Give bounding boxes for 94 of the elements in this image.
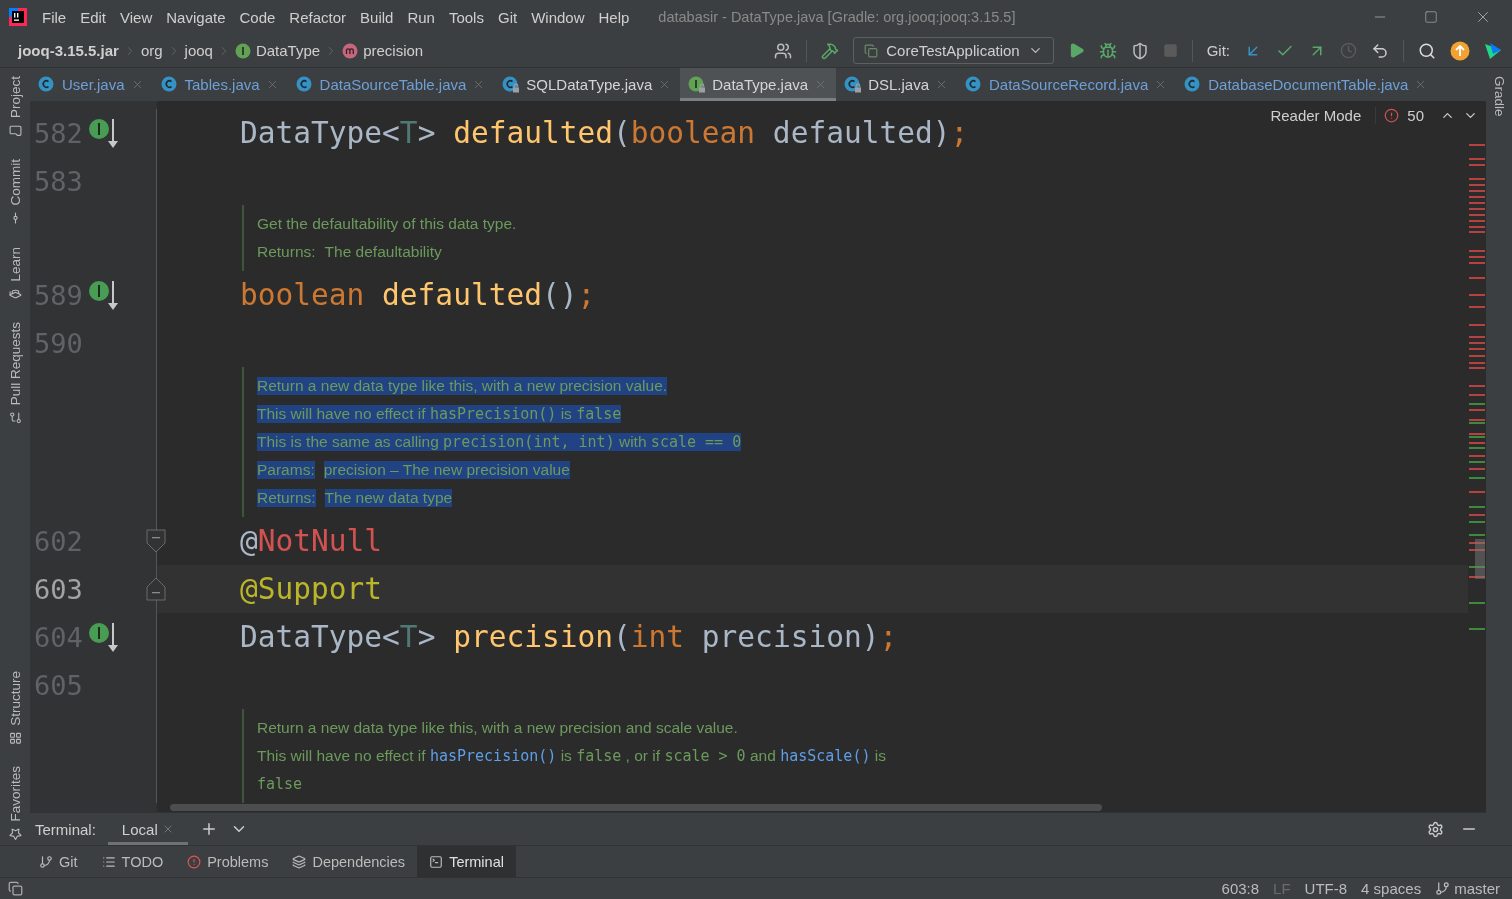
coverage-icon[interactable] [1130, 41, 1149, 60]
tool-window-button[interactable]: Gradle [1491, 74, 1507, 119]
horizontal-scrollbar[interactable] [170, 804, 1102, 811]
file-tab[interactable]: DSL.java [836, 68, 957, 101]
maximize-icon[interactable] [1424, 10, 1438, 24]
menu-item[interactable]: Run [400, 4, 442, 30]
fold-marker-icon[interactable] [146, 529, 166, 553]
branch-icon [1435, 881, 1451, 896]
hammer-icon[interactable] [821, 41, 840, 60]
menu-item[interactable]: Tools [441, 4, 491, 30]
breadcrumb[interactable]: jooq [180, 42, 217, 59]
tool-window-tab[interactable]: TODO [89, 846, 176, 877]
breadcrumb[interactable]: org [136, 42, 167, 59]
menu-item[interactable]: Build [353, 4, 401, 30]
doc-line: false [257, 774, 304, 795]
learn-icon[interactable] [8, 287, 22, 301]
tool-window-button[interactable]: Favorites [7, 764, 23, 843]
menu-item[interactable]: Window [524, 4, 592, 30]
breadcrumb[interactable]: DataType [230, 42, 325, 59]
tool-window-tab[interactable]: Git [27, 846, 90, 877]
file-tab[interactable]: User.java [30, 68, 153, 101]
tool-window-tab[interactable]: Problems [175, 846, 281, 877]
update-icon[interactable] [1450, 40, 1470, 61]
breadcrumb[interactable]: precision [338, 42, 428, 59]
indent-setting[interactable]: 4 spaces [1361, 880, 1422, 897]
users-icon[interactable] [774, 41, 793, 60]
doc-line: Get the defaultability of this data type. [257, 214, 518, 234]
doc-line: Return a new data type like this, with a new precision and scale value. [257, 718, 739, 738]
tool-window-tab[interactable]: Terminal [417, 846, 516, 877]
bug-icon[interactable] [1098, 41, 1117, 60]
implemented-icon[interactable] [88, 116, 120, 150]
todo-icon [101, 854, 116, 869]
git-branch[interactable]: master [1435, 880, 1500, 897]
error-stripe-drawing[interactable] [1468, 142, 1485, 630]
menu-item[interactable]: Edit [73, 4, 114, 30]
tool-window-button[interactable]: Pull Requests [7, 320, 23, 427]
code-line: DataType<T> precision(int precision); [240, 620, 898, 654]
implemented-icon[interactable] [88, 620, 120, 654]
doc-line: This will have no effect if hasPrecision() is false , or if scale > 0 and hasScale() is [257, 746, 887, 767]
doc-line: Returns: The defaultability [257, 242, 443, 262]
caret-position[interactable]: 603:8 [1221, 880, 1260, 897]
doc-line: This will have no effect if hasPrecision() is false [257, 404, 623, 425]
git-icon [39, 854, 53, 869]
error-icon [1384, 108, 1400, 123]
code-line: boolean defaulted(); [240, 278, 596, 312]
file-tab[interactable]: DataSourceTable.java [287, 68, 495, 101]
method-icon [342, 42, 359, 59]
menu-item[interactable]: View [113, 4, 160, 30]
tool-window-button[interactable]: Commit [7, 157, 23, 227]
git-label: Git: [1206, 42, 1230, 59]
menu-item[interactable]: Code [232, 4, 283, 30]
file-tab[interactable]: DatabaseDocumentTable.java [1176, 68, 1437, 101]
tool-window-tab[interactable]: Dependencies [280, 846, 418, 877]
breadcrumb[interactable]: jooq-3.15.5.jar [14, 42, 123, 59]
terminal-label: Terminal: [35, 820, 96, 838]
problem-count: 50 [1407, 107, 1424, 124]
settings-icon[interactable] [1427, 820, 1444, 838]
tool-window-button[interactable]: Project [7, 74, 23, 140]
fold-marker-icon[interactable] [146, 577, 166, 601]
terminal-icon [429, 854, 444, 869]
doc-line: Params: precision – The new precision value [257, 460, 571, 481]
file-tab[interactable]: Tables.java [152, 68, 288, 101]
file-tab[interactable]: DataSourceRecord.java [957, 68, 1177, 101]
file-tab[interactable]: SQLDataType.java [494, 68, 681, 101]
menu-item[interactable]: Refactor [282, 4, 354, 30]
terminal-session-tab[interactable]: Local [107, 813, 188, 845]
plugin-logo-icon[interactable] [1484, 41, 1502, 60]
code-line: DataType<T> defaulted(boolean defaulted); [240, 116, 969, 150]
tool-window-button[interactable]: Structure [7, 668, 23, 747]
line-number: 603 [33, 573, 84, 605]
window-title: databasir - DataType.java [Gradle: org.jooq:jooq:3.15.5] [658, 9, 1016, 25]
app-logo-icon [9, 8, 27, 26]
code-line: @NotNull [240, 524, 383, 558]
menu-item[interactable]: File [35, 4, 74, 30]
doc-line: This is the same as calling precision(int, int) with scale == 0 [257, 432, 743, 453]
reader-mode-button[interactable]: Reader Mode [1270, 107, 1377, 124]
file-tab[interactable]: DataType.java [680, 68, 837, 101]
code-line: @Support [240, 572, 383, 606]
implemented-icon[interactable] [88, 278, 120, 312]
pull-requests-icon[interactable] [8, 411, 22, 425]
tool-window-button[interactable]: Learn [7, 244, 23, 303]
file-encoding[interactable]: UTF-8 [1304, 880, 1348, 897]
dependencies-icon [292, 854, 307, 869]
menu-item[interactable]: Git [490, 4, 525, 30]
interface-icon [234, 42, 251, 59]
menu-item[interactable]: Navigate [159, 4, 233, 30]
undo-icon[interactable] [1371, 41, 1389, 60]
problems-icon [187, 854, 202, 869]
structure-icon[interactable] [8, 731, 22, 745]
favorites-icon[interactable] [8, 828, 22, 841]
search-icon[interactable] [1418, 41, 1436, 60]
project-icon[interactable] [8, 124, 22, 138]
menu-item[interactable]: Help [591, 4, 637, 30]
run-configuration-dropdown[interactable]: CoreTestApplication [853, 37, 1054, 64]
